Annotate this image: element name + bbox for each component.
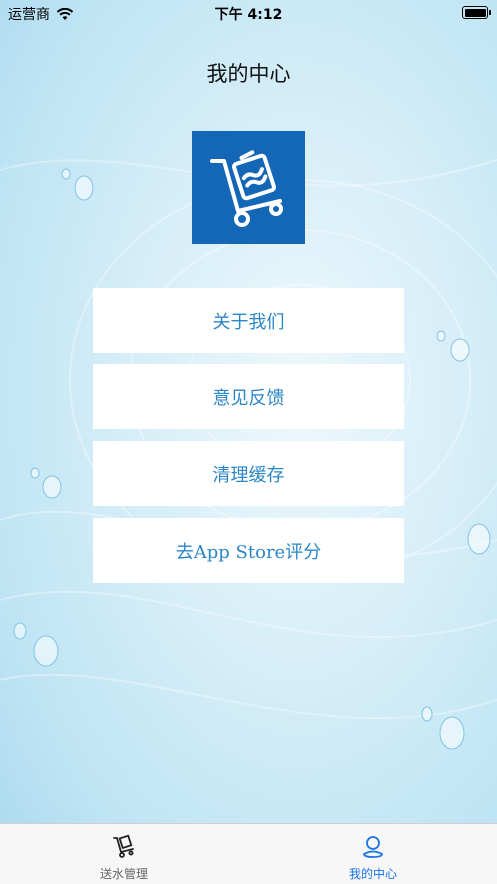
clear-cache-button[interactable]: 清理缓存 [93, 441, 404, 506]
app-logo [192, 131, 305, 244]
tab-my-center[interactable]: 我的中心 [249, 824, 497, 884]
page-title: 我的中心 [206, 62, 291, 86]
tab-bar: 送水管理 我的中心 [0, 823, 497, 884]
about-us-label: 关于我们 [212, 311, 285, 333]
rate-app-label: 去App Store评分 [175, 541, 322, 563]
rate-app-button[interactable]: 去App Store评分 [93, 518, 404, 583]
battery-icon [462, 6, 491, 19]
status-bar: 运营商 下午 4:12 [0, 0, 497, 26]
clear-cache-label: 清理缓存 [212, 464, 285, 486]
feedback-button[interactable]: 意见反馈 [93, 364, 404, 429]
delivery-cart-icon [113, 834, 134, 858]
tab-water-delivery[interactable]: 送水管理 [0, 824, 248, 884]
feedback-label: 意见反馈 [212, 387, 285, 409]
delivery-cart-icon [210, 150, 283, 227]
tab-my-center-label: 我的中心 [348, 867, 397, 881]
tab-water-delivery-label: 送水管理 [99, 867, 148, 881]
status-time: 下午 4:12 [214, 7, 283, 23]
about-us-button[interactable]: 关于我们 [93, 288, 404, 353]
user-icon [363, 836, 383, 858]
